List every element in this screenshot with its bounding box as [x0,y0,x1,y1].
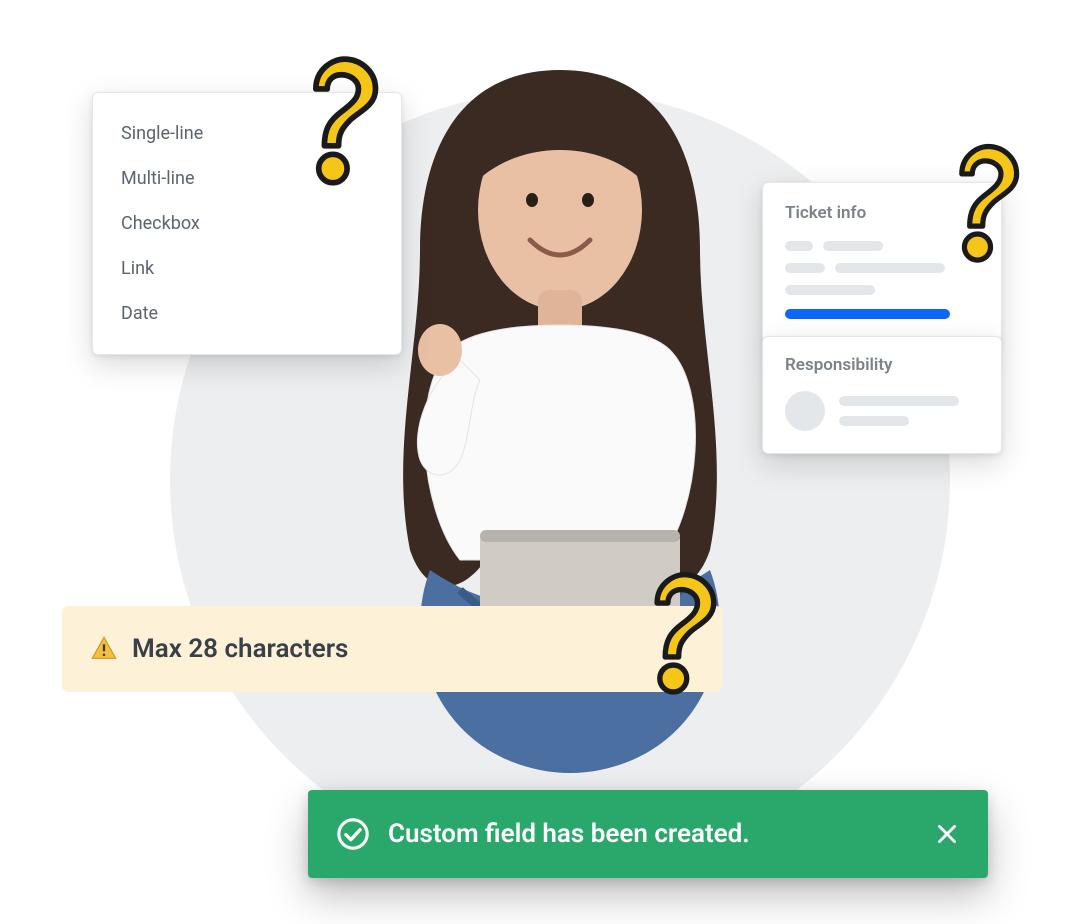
progress-bar [785,309,950,319]
check-circle-icon [336,817,370,851]
avatar-placeholder [785,391,825,431]
field-type-option[interactable]: Date [117,291,377,336]
warning-icon [90,635,118,663]
toast-message: Custom field has been created. [388,819,916,849]
close-icon[interactable] [934,821,960,847]
field-type-option[interactable]: Link [117,246,377,291]
field-type-option[interactable]: Checkbox [117,201,377,246]
hero-stage: Single-line Multi-line Checkbox Link Dat… [0,0,1088,924]
placeholder-line [785,241,813,251]
warning-message: Max 28 characters [132,634,348,664]
question-mark-icon [632,568,728,696]
responsibility-card: Responsibility [762,336,1002,454]
placeholder-line [823,241,883,251]
placeholder-line [785,285,875,295]
placeholder-line [835,263,945,273]
question-mark-icon [290,52,390,187]
warning-banner: Max 28 characters [62,606,722,692]
responsibility-title: Responsibility [785,355,979,375]
success-toast: Custom field has been created. [308,790,988,878]
placeholder-line [785,263,825,273]
placeholder-line [839,416,909,426]
placeholder-line [839,396,959,406]
question-mark-icon [938,140,1030,264]
